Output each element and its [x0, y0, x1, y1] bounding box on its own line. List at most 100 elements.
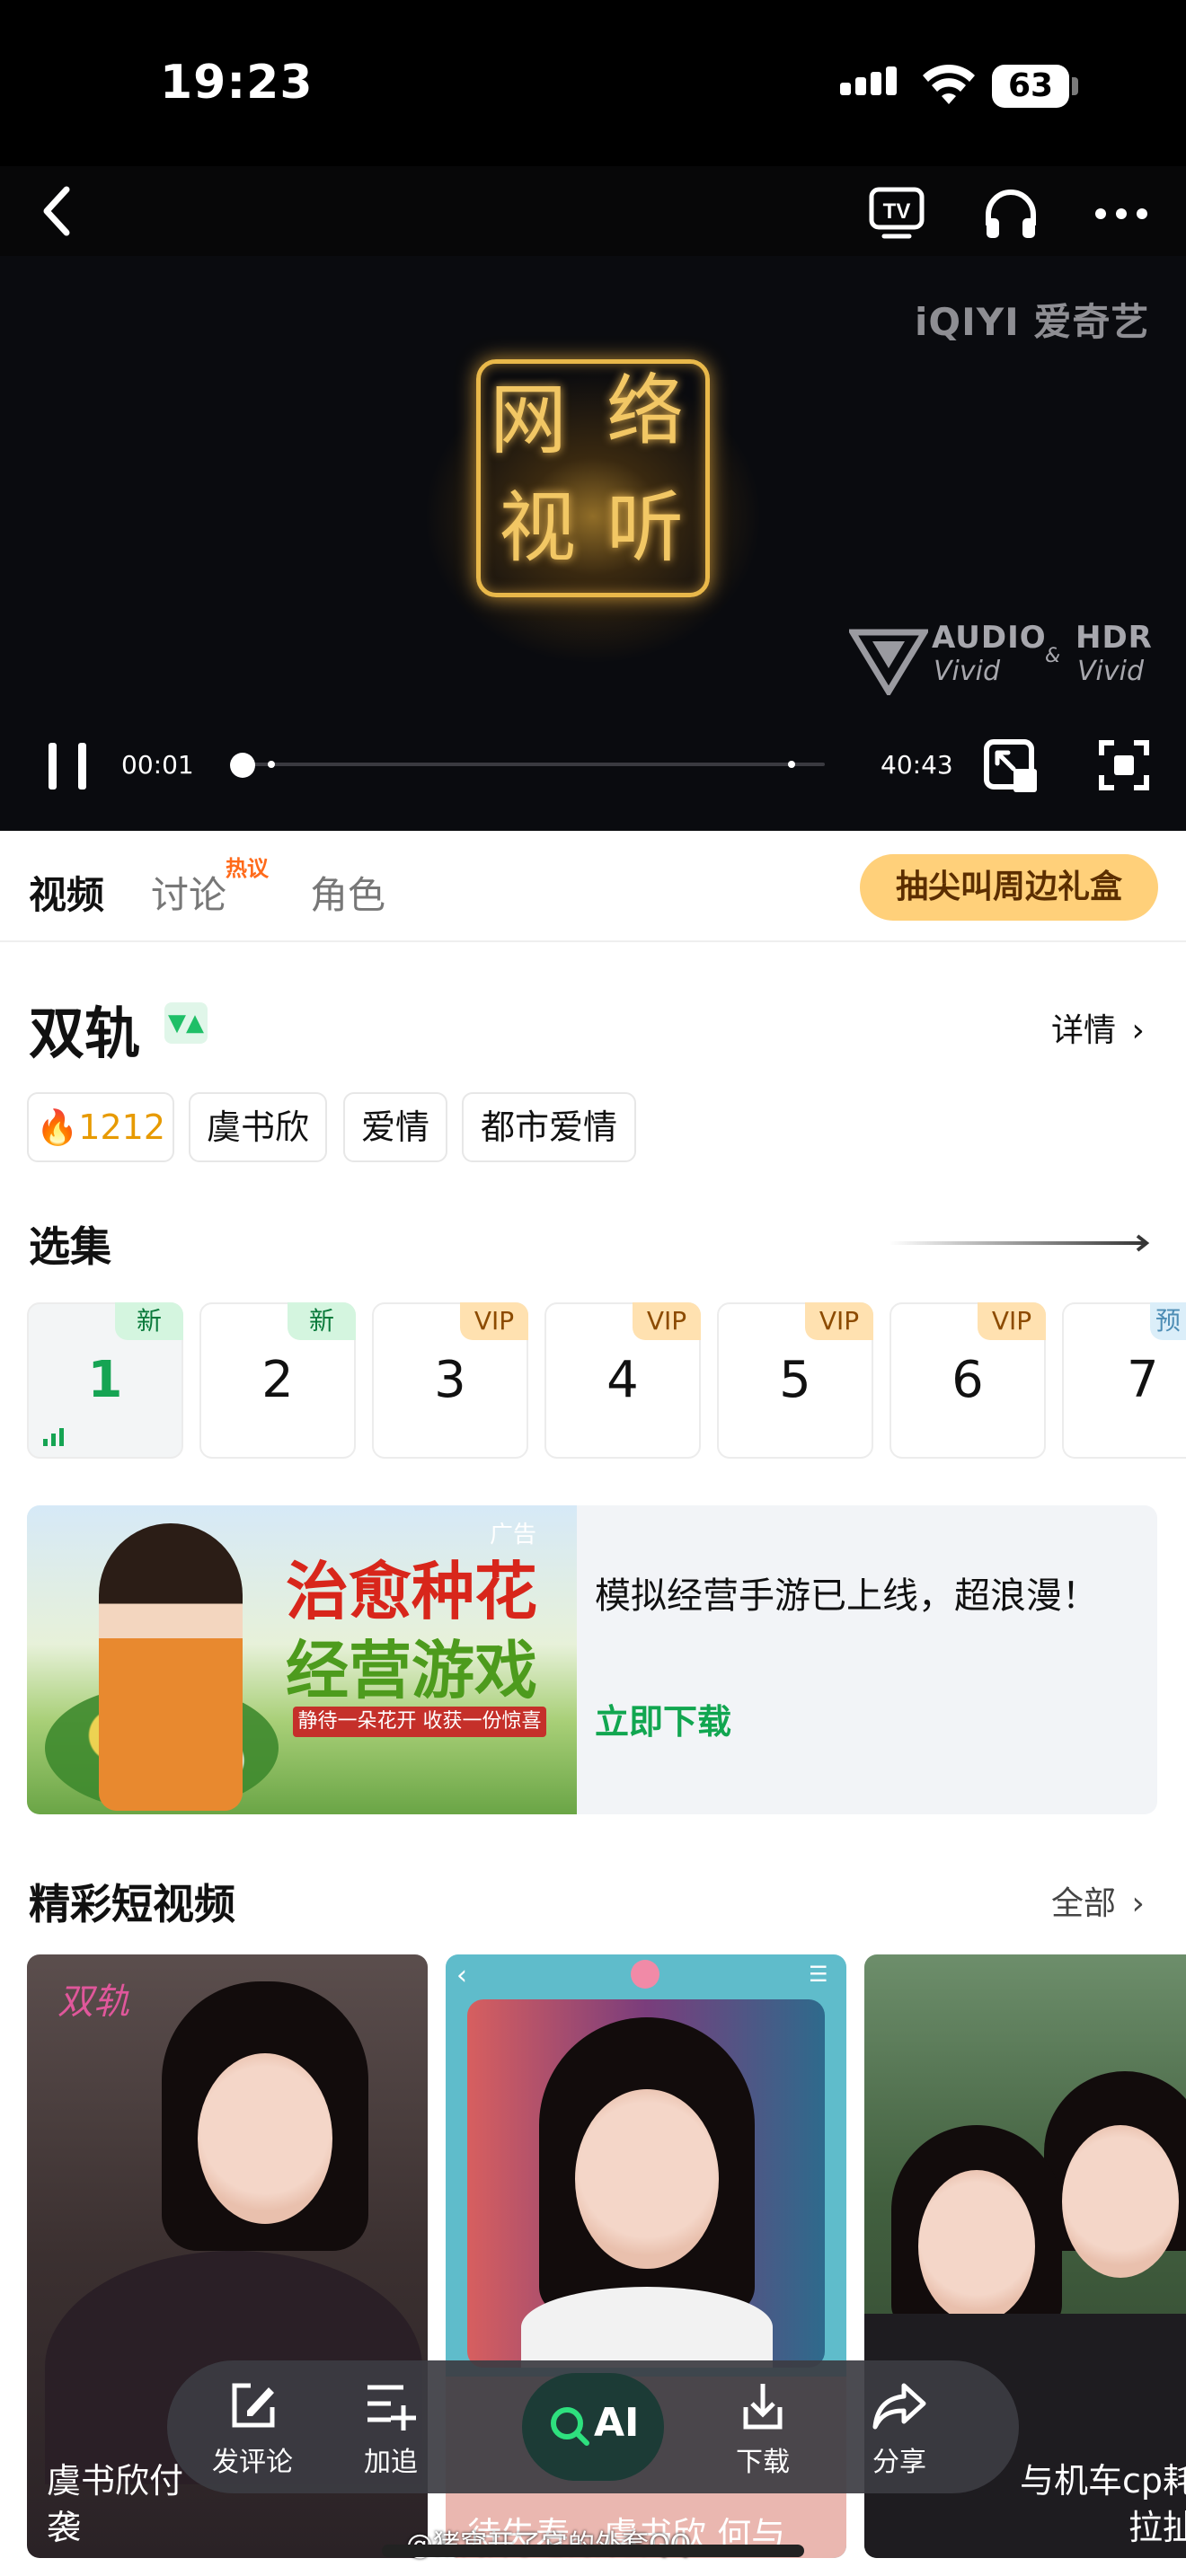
- share-icon: [872, 2383, 926, 2430]
- episodes-more-arrow-icon[interactable]: [890, 1234, 1154, 1252]
- gift-box-button[interactable]: 抽尖叫周边礼盒: [860, 854, 1158, 921]
- ad-slogan: 静待一朵花开 收获一份惊喜: [293, 1707, 546, 1737]
- cellular-signal-icon: [840, 66, 901, 95]
- ad-label: 广告: [490, 1522, 537, 1548]
- progress-knob[interactable]: [230, 753, 255, 778]
- ad-headline-2: 经营游戏: [286, 1633, 537, 1707]
- bottom-action-dock: 发评论 加追 AI 下载 分享: [167, 2360, 1019, 2493]
- episode-4[interactable]: VIP 4: [544, 1302, 701, 1459]
- episode-number: 6: [951, 1351, 984, 1409]
- card-thumbnail-face: [1062, 2125, 1179, 2278]
- episode-badge: 新: [115, 1302, 183, 1340]
- card-thumbnail-face: [198, 2053, 332, 2224]
- current-time: 00:01: [121, 750, 194, 780]
- menu-icon: ☰: [809, 1962, 828, 1987]
- ad-download-link[interactable]: 立即下载: [595, 1694, 731, 1743]
- episode-6[interactable]: VIP 6: [890, 1302, 1046, 1459]
- avatar: [631, 1960, 659, 1989]
- tag-category[interactable]: 都市爱情: [462, 1092, 636, 1162]
- follow-button[interactable]: 加追: [323, 2360, 458, 2479]
- all-label: 全部: [1051, 1885, 1117, 1922]
- back-icon[interactable]: [40, 184, 75, 238]
- heat-tag[interactable]: 🔥1212: [27, 1092, 174, 1162]
- pip-icon[interactable]: [983, 738, 1039, 794]
- seal-char: 络: [606, 366, 684, 456]
- chapter-marker: [268, 761, 275, 768]
- ad-description: 模拟经营手游已上线，超浪漫！: [595, 1575, 1098, 1617]
- short-videos-all-link[interactable]: 全部 ›: [1051, 1877, 1145, 1924]
- card-show-logo: 双轨: [58, 1981, 129, 2023]
- wifi-icon: [923, 65, 975, 104]
- heat-value: 1212: [78, 1107, 166, 1147]
- progress-track[interactable]: [243, 763, 825, 766]
- audio-vivid-label: Vivid: [934, 656, 1000, 687]
- episode-number: 3: [434, 1351, 466, 1409]
- flame-icon: 🔥: [35, 1107, 79, 1147]
- tab-video[interactable]: 视频: [29, 865, 104, 920]
- comment-label: 发评论: [212, 2447, 293, 2478]
- tv-cast-icon[interactable]: TV: [868, 184, 925, 242]
- download-label: 下载: [736, 2447, 790, 2478]
- episode-number: 7: [1127, 1351, 1159, 1409]
- status-time: 19:23: [160, 56, 314, 110]
- share-button[interactable]: 分享: [832, 2360, 967, 2479]
- seal-char: 网: [490, 375, 567, 465]
- tab-discuss[interactable]: 讨论: [151, 865, 226, 920]
- now-playing-icon: [43, 1428, 64, 1446]
- network-audiovisual-seal-logo: 网 络 视 听: [476, 359, 710, 597]
- episode-number: 1: [87, 1351, 123, 1409]
- episode-number: 4: [606, 1351, 639, 1409]
- episode-badge: VIP: [633, 1302, 701, 1340]
- chapter-marker: [788, 761, 795, 768]
- share-label: 分享: [872, 2447, 926, 2478]
- ampersand: &: [1045, 645, 1061, 667]
- svg-text:TV: TV: [883, 199, 911, 224]
- fullscreen-icon[interactable]: [1098, 739, 1150, 791]
- comment-button[interactable]: 发评论: [185, 2360, 320, 2479]
- hdr-vivid-label: Vivid: [1077, 656, 1144, 687]
- ad-character-illustration: [99, 1523, 243, 1811]
- video-player[interactable]: TV iQIYI 爱奇艺 网 络 视 听 AUDIO Vivid & HDR V…: [0, 166, 1186, 831]
- ad-image[interactable]: 治愈种花 经营游戏 静待一朵花开 收获一份惊喜 广告: [27, 1505, 577, 1814]
- pause-icon[interactable]: [45, 741, 90, 791]
- follow-label: 加追: [364, 2447, 418, 2478]
- episode-1[interactable]: 新 1: [27, 1302, 183, 1459]
- headphones-icon[interactable]: [981, 186, 1040, 242]
- details-link[interactable]: 详情 ›: [1051, 1004, 1145, 1051]
- more-icon[interactable]: [1094, 207, 1148, 220]
- card-caption: 与机车cp耗拉扯: [1019, 2461, 1186, 2547]
- ai-button[interactable]: AI: [522, 2373, 664, 2481]
- tag-genre[interactable]: 爱情: [343, 1092, 447, 1162]
- hdr-label: HDR: [1075, 620, 1153, 656]
- tab-roles[interactable]: 角色: [310, 865, 385, 920]
- episode-2[interactable]: 新 2: [199, 1302, 356, 1459]
- episode-badge: VIP: [805, 1302, 873, 1340]
- details-label: 详情: [1051, 1012, 1117, 1049]
- tag-actor[interactable]: 虞书欣: [189, 1092, 327, 1162]
- add-follow-icon: [367, 2385, 416, 2430]
- episode-badge: VIP: [978, 1302, 1046, 1340]
- hot-badge: 热议: [226, 856, 269, 881]
- ai-label: AI: [594, 2400, 640, 2446]
- download-button[interactable]: 下载: [695, 2360, 830, 2479]
- episode-5[interactable]: VIP 5: [717, 1302, 873, 1459]
- episode-3[interactable]: VIP 3: [372, 1302, 528, 1459]
- audio-label: AUDIO: [932, 620, 1047, 656]
- episodes-heading: 选集: [29, 1222, 111, 1271]
- content-tabs: 视频 讨论 热议 角色 抽尖叫周边礼盒: [0, 831, 1186, 942]
- show-title: 双轨: [29, 1001, 141, 1066]
- home-indicator[interactable]: [382, 2545, 804, 2557]
- episode-7[interactable]: 预 7: [1062, 1302, 1186, 1459]
- battery-tip: [1072, 77, 1078, 95]
- duration: 40:43: [881, 750, 953, 780]
- episode-badge: 新: [288, 1302, 356, 1340]
- seal-char: 视: [499, 483, 576, 573]
- ad-banner[interactable]: 治愈种花 经营游戏 静待一朵花开 收获一份惊喜 广告 模拟经营手游已上线，超浪漫…: [27, 1505, 1157, 1814]
- battery-indicator: 63: [992, 65, 1069, 108]
- episode-badge: VIP: [460, 1302, 528, 1340]
- status-bar: 19:23 63: [0, 0, 1186, 166]
- ai-search-icon: [551, 2407, 589, 2446]
- card-thumbnail-face: [918, 2170, 1035, 2323]
- episode-badge: 预: [1150, 1302, 1186, 1340]
- card-thumbnail-figure: [521, 2287, 773, 2368]
